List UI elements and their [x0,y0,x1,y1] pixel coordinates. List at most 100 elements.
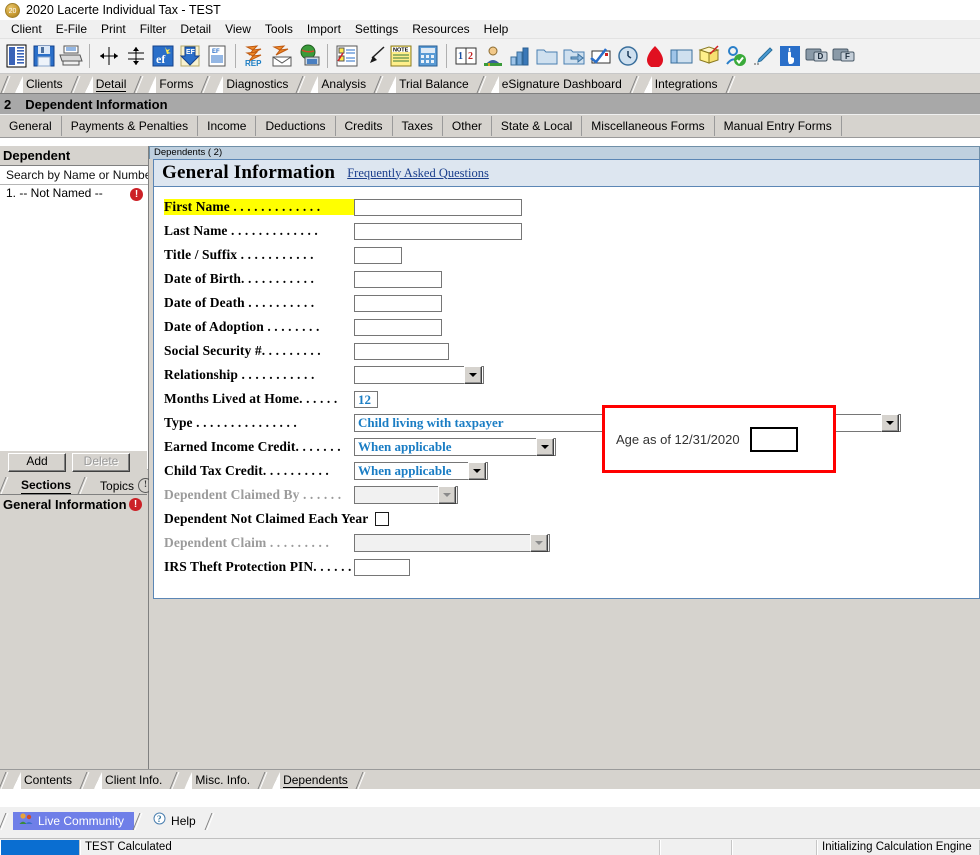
text-input[interactable] [354,558,410,576]
dependent-list[interactable]: 1. -- Not Named --! [0,185,148,470]
checklist-icon[interactable] [333,41,360,71]
alert-icon[interactable] [641,41,668,71]
form-row: Last Name . . . . . . . . . . . . . [154,219,979,243]
chevron-down-icon[interactable] [464,366,482,384]
tab-integrations[interactable]: Integrations [644,76,729,93]
pen-nib-icon[interactable] [360,41,387,71]
folder-icon[interactable] [533,41,560,71]
svg-text:2: 2 [468,51,473,62]
dropdown-input[interactable] [354,366,484,384]
bottom-tab-client-info-[interactable]: Client Info. [94,772,173,789]
edit-pencil-icon[interactable] [749,41,776,71]
menu-item-tools[interactable]: Tools [258,21,300,37]
save-icon[interactable] [30,41,57,71]
envelope-lightning-icon[interactable] [268,41,295,71]
dropdown-input[interactable]: When applicable [354,462,488,480]
mail-check-icon[interactable] [587,41,614,71]
tab-detail[interactable]: Detail [85,76,138,93]
sidebar-section-general-information[interactable]: General Information ! [0,495,147,513]
bottom-tab-strip: Contents Client Info. Misc. Info. Dependent… [0,769,980,789]
add-button[interactable]: Add [8,452,66,472]
chevron-down-icon[interactable] [536,438,554,456]
age-value-box[interactable] [749,426,798,452]
tab-diagnostics[interactable]: Diagnostics [215,76,299,93]
category-taxes[interactable]: Taxes [393,116,443,136]
text-input[interactable] [354,222,522,240]
dependents-tab-header[interactable]: Dependents ( 2) [149,146,980,159]
menu-item-view[interactable]: View [218,21,258,37]
category-general[interactable]: General [0,116,62,136]
menu-item-help[interactable]: Help [477,21,516,37]
tab-analysis[interactable]: Analysis [310,76,377,93]
flag-pencil-icon[interactable] [695,41,722,71]
rep-lightning-icon[interactable]: REP [241,41,268,71]
text-input[interactable] [354,270,442,288]
text-input[interactable] [354,294,442,312]
book-12-icon[interactable]: 12 [452,41,479,71]
archive-icon[interactable] [668,41,695,71]
category-manual-entry-forms[interactable]: Manual Entry Forms [715,116,842,136]
sidebar-tab-sections[interactable]: Sections [13,477,79,494]
category-deductions[interactable]: Deductions [256,116,336,136]
list-view-icon[interactable] [3,41,30,71]
dropdown-input[interactable] [354,486,458,504]
lower-tab-help[interactable]: ? Help [147,812,206,830]
tab-clients[interactable]: Clients [15,76,74,93]
faq-link[interactable]: Frequently Asked Questions [347,166,489,181]
calculator-icon[interactable] [414,41,441,71]
menu-item-client[interactable]: Client [4,21,49,37]
tab-forms[interactable]: Forms [148,76,204,93]
bottom-tab-misc-info-[interactable]: Misc. Info. [184,772,261,789]
f-monitor-icon[interactable]: F [830,41,857,71]
bottom-tab-contents[interactable]: Contents [13,772,83,789]
expand-vertical-icon[interactable] [122,41,149,71]
menu-item-filter[interactable]: Filter [133,21,174,37]
chevron-down-icon[interactable] [881,414,899,432]
tab-trial-balance[interactable]: Trial Balance [388,76,480,93]
globe-computer-icon[interactable] [295,41,322,71]
print-icon[interactable] [57,41,84,71]
dropdown-input[interactable] [354,534,550,552]
lower-tab-live-community[interactable]: Live Community [13,812,135,830]
menu-item-settings[interactable]: Settings [348,21,405,37]
expand-horizontal-icon[interactable] [95,41,122,71]
category-credits[interactable]: Credits [336,116,393,136]
text-input[interactable]: 12 [354,390,378,408]
efile-download-icon[interactable]: EF [176,41,203,71]
search-input[interactable]: Search by Name or Number [6,168,148,182]
chevron-down-icon[interactable] [468,462,486,480]
note-icon[interactable]: NOTE [387,41,414,71]
category-income[interactable]: Income [198,116,257,136]
list-item[interactable]: 1. -- Not Named --! [0,185,148,201]
menu-item-detail[interactable]: Detail [173,21,218,37]
folder-arrow-icon[interactable] [560,41,587,71]
text-input[interactable] [354,246,402,264]
hand-pointer-icon[interactable] [776,41,803,71]
d-monitor-icon[interactable]: D [803,41,830,71]
chevron-down-icon[interactable] [530,534,548,552]
tab-esignature-dashboard[interactable]: eSignature Dashboard [491,76,633,93]
search-row[interactable]: Search by Name or Number [0,166,148,185]
bottom-tab-dependents[interactable]: Dependents [272,772,359,789]
menu-item-e-file[interactable]: E-File [49,21,94,37]
text-input[interactable] [354,198,522,216]
chevron-down-icon[interactable] [438,486,456,504]
bar-chart-icon[interactable] [506,41,533,71]
menu-item-print[interactable]: Print [94,21,133,37]
tab-separator [202,76,215,93]
menu-item-resources[interactable]: Resources [405,21,476,37]
text-input[interactable] [354,318,442,336]
dropdown-input[interactable]: When applicable [354,438,556,456]
tax-analyst-icon[interactable] [479,41,506,71]
clock-icon[interactable] [614,41,641,71]
category-payments-penalties[interactable]: Payments & Penalties [62,116,199,136]
checkbox-input[interactable] [375,512,389,526]
category-state-local[interactable]: State & Local [492,116,583,136]
user-check-icon[interactable] [722,41,749,71]
category-miscellaneous-forms[interactable]: Miscellaneous Forms [582,116,715,136]
category-other[interactable]: Other [443,116,492,136]
menu-item-import[interactable]: Import [300,21,348,37]
text-input[interactable] [354,342,449,360]
ef-document-icon[interactable]: EF [203,41,230,71]
efile-icon[interactable]: ef [149,41,176,71]
